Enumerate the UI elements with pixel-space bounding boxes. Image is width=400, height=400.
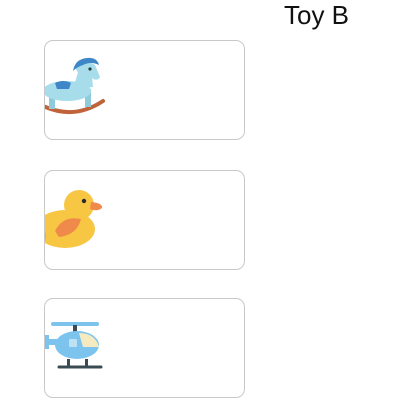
toy-card-rubber-duck[interactable] bbox=[44, 170, 245, 270]
toy-card-toy-helicopter[interactable] bbox=[44, 298, 245, 398]
screen: Toy B bbox=[0, 0, 400, 400]
toy-helicopter-icon bbox=[45, 299, 125, 397]
rocking-horse-icon bbox=[45, 41, 125, 139]
page-title: Toy B bbox=[284, 0, 350, 30]
rubber-duck-icon bbox=[45, 171, 125, 269]
toy-card-rocking-horse[interactable] bbox=[44, 40, 245, 140]
